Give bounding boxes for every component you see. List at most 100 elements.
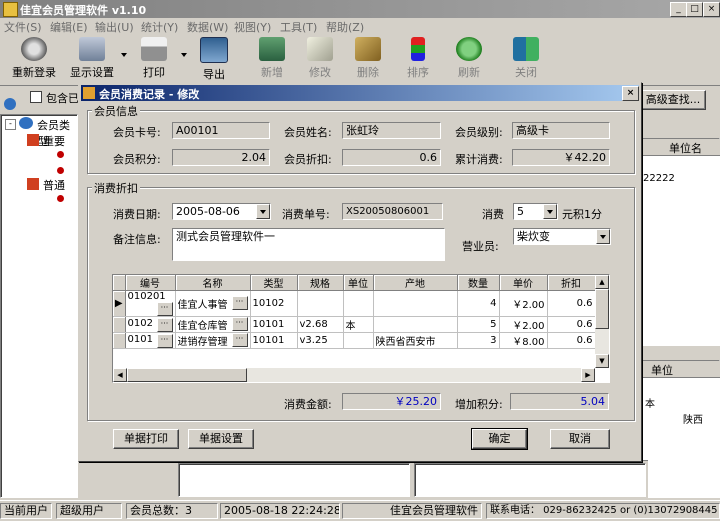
cancel-button[interactable]: 取消 [550,429,610,449]
ellipsis-button[interactable]: ··· [156,333,173,348]
scroll-right-icon[interactable]: ▶ [581,368,595,382]
table-cell[interactable]: 10101 [250,332,298,349]
tree-expander-icon[interactable]: - [5,119,16,130]
table-cell[interactable]: 10101 [250,316,298,333]
added-points-field[interactable]: 5.04 [510,393,609,410]
table-cell[interactable]: v3.25 [297,332,344,349]
table-cell[interactable]: 0.6 [547,290,596,317]
table-cell[interactable]: 4 [457,290,500,317]
item-list-table[interactable]: 单位 本 陕西 [640,360,720,498]
dialog-title-bar[interactable]: 会员消费记录 - 修改 × [81,85,639,101]
table-cell[interactable] [343,332,374,349]
scroll-down-icon[interactable]: ▼ [595,354,609,368]
table-cell[interactable]: 5 [457,316,500,333]
table-cell[interactable]: 10102 [250,290,298,317]
column-header-spec[interactable]: 规格 [297,275,344,291]
table-cell[interactable]: 本 [343,316,374,333]
display-settings-button[interactable]: 显示设置 [66,37,118,83]
column-header-quantity[interactable]: 数量 [457,275,500,291]
receipt-settings-button[interactable]: 单据设置 [188,429,254,449]
menu-data[interactable]: 数据(W) [187,19,228,35]
tree-item-important[interactable]: 重要 [43,133,65,149]
note-textarea[interactable]: 测式会员管理软件一 [172,228,445,261]
export-button[interactable]: 导出 [196,37,232,83]
column-header-discount[interactable]: 折扣 [547,275,596,291]
column-header-origin[interactable]: 产地 [373,275,458,291]
main-title-bar[interactable]: 佳宜会员管理软件 v1.10 _ □ × [0,0,720,18]
table-cell[interactable]: 陕西省西安市 [373,332,458,349]
ellipsis-button[interactable]: ··· [231,317,248,331]
scroll-left-icon[interactable]: ◀ [113,368,127,382]
order-no-field[interactable]: XS20050806001 [342,203,443,220]
scroll-up-icon[interactable]: ▲ [595,275,609,289]
clerk-select[interactable]: 柴炊变 [513,228,611,245]
close-button[interactable]: 关闭 [508,37,544,83]
table-row[interactable]: ▶ 010201 ··· 佳宜人事管 ··· 10102 4 ￥2.00 0.6 [113,290,596,317]
grid-vertical-scrollbar[interactable]: ▲ ▼ [595,275,609,368]
table-cell[interactable]: 3 [457,332,500,349]
member-type-tree[interactable]: - 会员类型 重要 普通 [0,114,78,498]
card-no-field[interactable]: A00101 [172,122,270,139]
maximize-button[interactable]: □ [686,2,703,17]
sort-button[interactable]: 排序 [400,37,436,83]
column-header-type[interactable]: 类型 [250,275,298,291]
table-row[interactable]: 0102 ··· 佳宜仓库管 ··· 10101 v2.68 本 5 ￥2.00 0… [113,316,596,333]
display-dropdown-arrow-icon[interactable] [121,53,127,57]
tree-item-normal[interactable]: 普通 [43,177,65,193]
add-button[interactable]: 新增 [254,37,290,83]
ok-button[interactable]: 确定 [471,428,528,450]
consume-date-picker[interactable]: 2005-08-06 [172,203,271,220]
relogin-button[interactable]: 重新登录 [8,37,60,83]
menu-stats[interactable]: 统计(Y) [141,19,178,35]
member-list-table[interactable]: 单位名 22222 [640,138,720,346]
table-cell[interactable] [373,290,458,317]
print-receipt-button[interactable]: 单据打印 [113,429,179,449]
member-discount-field[interactable]: 0.6 [342,149,441,166]
total-consumption-field[interactable]: ￥42.20 [512,149,610,166]
consume-amount-select[interactable]: 5 [513,203,558,220]
close-window-button[interactable]: × [703,2,720,17]
scroll-thumb[interactable] [127,368,247,382]
ellipsis-button[interactable]: ··· [231,333,248,347]
table-cell[interactable] [373,316,458,333]
date-dropdown-icon[interactable] [256,204,270,219]
consumption-items-grid[interactable]: 编号 名称 类型 规格 单位 产地 数量 单价 折扣 ▶ 010201 ··· 佳… [112,274,610,383]
refresh-button[interactable]: 刷新 [451,37,487,83]
column-header-code[interactable]: 编号 [125,275,176,291]
menu-output[interactable]: 输出(U) [95,19,134,35]
consume-dropdown-icon[interactable] [543,204,557,219]
edit-button[interactable]: 修改 [302,37,338,83]
ellipsis-button[interactable]: ··· [156,317,173,332]
column-header-unit[interactable]: 单位 [343,275,374,291]
table-cell[interactable]: v2.68 [297,316,344,333]
minimize-button[interactable]: _ [670,2,687,17]
table-cell[interactable]: ￥2.00 [499,316,548,333]
print-dropdown-arrow-icon[interactable] [181,53,187,57]
ellipsis-button[interactable]: ··· [231,296,248,310]
column-header-unit[interactable]: 单位 [651,362,673,378]
grid-horizontal-scrollbar[interactable]: ◀ ▶ [113,368,595,382]
menu-view[interactable]: 视图(Y) [234,19,271,35]
table-cell[interactable]: 0.6 [547,332,596,349]
table-cell[interactable] [297,290,344,317]
column-header-unit[interactable]: 单位名 [669,140,702,156]
include-checkbox[interactable] [30,91,42,103]
menu-help[interactable]: 帮助(Z) [326,19,364,35]
table-cell[interactable]: ￥2.00 [499,290,548,317]
table-cell[interactable]: 0.6 [547,316,596,333]
ellipsis-button[interactable]: ··· [156,302,173,316]
member-name-field[interactable]: 张虹玲 [342,122,441,139]
table-cell[interactable] [343,290,374,317]
column-header-name[interactable]: 名称 [175,275,251,291]
advanced-search-button[interactable]: 高级查找... [640,90,706,110]
clerk-dropdown-icon[interactable] [596,229,610,244]
dialog-close-button[interactable]: × [622,86,639,101]
member-level-field[interactable]: 高级卡 [512,122,610,139]
table-row[interactable]: 0101 ··· 进销存管理 ··· 10101 v3.25 陕西省西安市 3 ￥8… [113,332,596,349]
amount-field[interactable]: ￥25.20 [342,393,441,410]
scroll-thumb[interactable] [595,289,609,329]
menu-file[interactable]: 文件(S) [4,19,42,35]
delete-button[interactable]: 删除 [350,37,386,83]
table-cell[interactable]: ￥8.00 [499,332,548,349]
column-header-price[interactable]: 单价 [499,275,548,291]
